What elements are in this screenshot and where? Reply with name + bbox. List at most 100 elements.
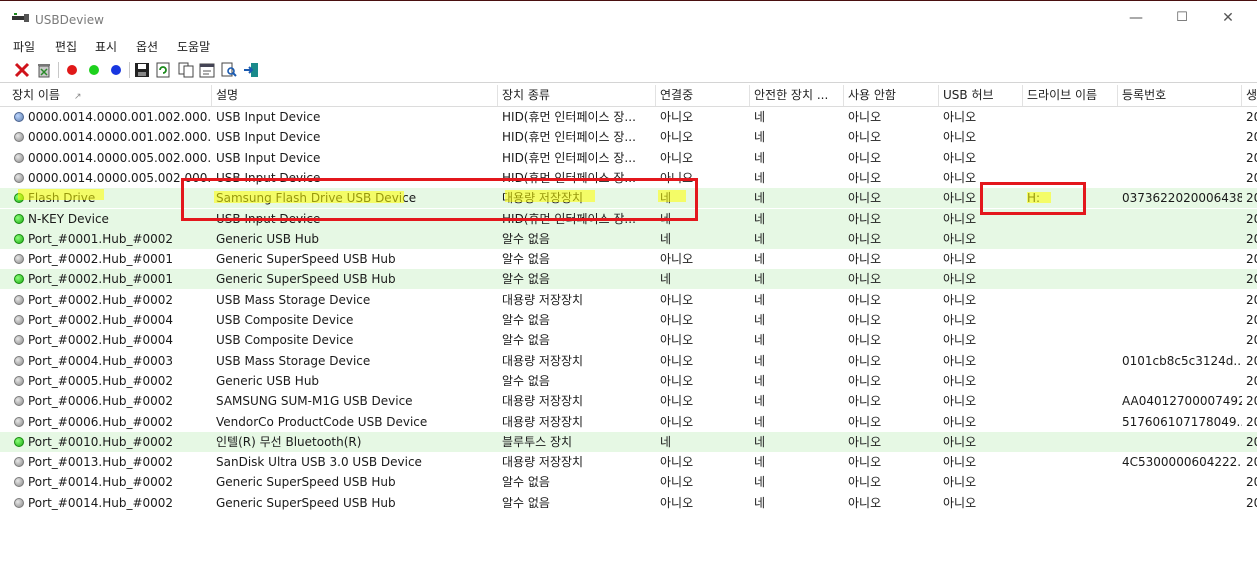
cell-drive <box>1023 391 1118 411</box>
green-dot-icon[interactable] <box>85 61 103 79</box>
column-header-drive-letter[interactable]: 드라이브 이름 <box>1023 85 1118 106</box>
cell-disabled: 아니오 <box>848 353 882 368</box>
column-header-description[interactable]: 설명 <box>212 85 498 106</box>
save-icon[interactable] <box>133 61 151 79</box>
table-row[interactable]: Port_#0002.Hub_#0004 USB Composite Device… <box>0 330 1257 350</box>
cell-desc: USB Mass Storage Device <box>216 292 371 307</box>
table-row[interactable]: Port_#0010.Hub_#0002 인텔(R) 무선 Bluetooth(R… <box>0 431 1257 452</box>
table-row[interactable]: Port_#0004.Hub_#0003 USB Mass Storage Dev… <box>0 351 1257 371</box>
table-row[interactable]: Port_#0014.Hub_#0002 Generic SuperSpeed U… <box>0 472 1257 492</box>
cell-disabled: 아니오 <box>848 495 882 510</box>
cell-safe: 네 <box>754 252 766 267</box>
cell-type: 대용량 저장장치 <box>502 414 584 429</box>
cell-desc: Generic SuperSpeed USB Hub <box>216 495 396 510</box>
cell-connected: 아니오 <box>660 353 694 368</box>
menu-file[interactable]: 파일 <box>13 38 35 55</box>
menu-help[interactable]: 도움말 <box>177 38 210 55</box>
cell-disabled: 아니오 <box>848 414 882 429</box>
cell-drive <box>1023 412 1118 432</box>
minimize-button[interactable]: — <box>1127 9 1145 27</box>
status-gray-dot-icon <box>14 294 24 305</box>
cell-connected: 네 <box>660 231 672 246</box>
cell-drive <box>1023 371 1118 391</box>
cell-cut: 20 <box>1246 292 1257 307</box>
cell-name: Port_#0014.Hub_#0002 <box>28 495 174 510</box>
cell-hub: 아니오 <box>943 272 977 287</box>
column-header-cut[interactable]: 생 <box>1242 85 1257 106</box>
table-row[interactable]: Port_#0001.Hub_#0002 Generic USB Hub 알수 없음… <box>0 228 1257 249</box>
cell-desc: VendorCo ProductCode USB Device <box>216 414 428 429</box>
cell-cut: 20 <box>1246 394 1257 409</box>
cell-disabled: 아니오 <box>848 211 882 226</box>
cell-drive <box>1023 432 1118 452</box>
copy-icon[interactable] <box>177 61 195 79</box>
column-header-serial-number[interactable]: 등록번호 <box>1118 85 1242 106</box>
cell-disabled: 아니오 <box>848 130 882 145</box>
status-gray-dot-icon <box>14 457 24 468</box>
table-row[interactable]: Port_#0002.Hub_#0001 Generic SuperSpeed U… <box>0 269 1257 290</box>
maximize-button[interactable]: ☐ <box>1173 9 1191 27</box>
cell-type: HID(휴먼 인터페이스 장... <box>502 150 636 165</box>
cell-drive <box>1023 107 1118 127</box>
table-row[interactable]: Port_#0014.Hub_#0002 Generic SuperSpeed U… <box>0 493 1257 513</box>
cell-desc: Generic USB Hub <box>216 231 320 246</box>
menu-view[interactable]: 표시 <box>95 38 117 55</box>
cell-serial <box>1118 148 1242 168</box>
cell-disabled: 아니오 <box>848 475 882 490</box>
cell-desc: USB Input Device <box>216 130 321 145</box>
cell-drive <box>1023 229 1118 249</box>
table-row[interactable]: 0000.0014.0000.001.002.000.0... USB Input… <box>0 127 1257 147</box>
column-header-device-name[interactable]: 장치 이름 ↗ <box>8 85 212 106</box>
cell-hub: 아니오 <box>943 495 977 510</box>
column-header-safe-to-unplug[interactable]: 안전한 장치 ... <box>750 85 844 106</box>
column-header-device-type[interactable]: 장치 종류 <box>498 85 656 106</box>
refresh-icon[interactable] <box>154 61 172 79</box>
table-row[interactable]: Port_#0006.Hub_#0002 VendorCo ProductCode… <box>0 412 1257 432</box>
status-green-dot-icon <box>14 436 24 447</box>
usb-plug-icon <box>12 13 29 22</box>
column-header-connected[interactable]: 연결중 <box>656 85 750 106</box>
disconnect-icon[interactable] <box>13 61 31 79</box>
cell-name: 0000.0014.0000.001.002.000.0... <box>28 110 210 124</box>
yellow-highlight-flash-drive <box>18 189 104 200</box>
status-gray-dot-icon <box>14 152 24 163</box>
status-gray-dot-icon <box>14 355 24 366</box>
column-header-disabled[interactable]: 사용 안함 <box>844 85 939 106</box>
sort-arrow-icon: ↗ <box>73 92 82 102</box>
table-row[interactable]: Port_#0013.Hub_#0002 SanDisk Ultra USB 3.… <box>0 452 1257 472</box>
red-dot-icon[interactable] <box>63 61 81 79</box>
menu-options[interactable]: 옵션 <box>136 38 158 55</box>
table-row[interactable]: 0000.0014.0000.001.002.000.0... USB Input… <box>0 107 1257 127</box>
cell-hub: 아니오 <box>943 394 977 409</box>
cell-cut: 20 <box>1246 272 1257 287</box>
cell-hub: 아니오 <box>943 231 977 246</box>
cell-connected: 아니오 <box>660 394 694 409</box>
cell-safe: 네 <box>754 414 766 429</box>
title-bar[interactable]: USBDeview — ☐ ✕ <box>0 1 1257 35</box>
table-row[interactable]: Port_#0002.Hub_#0004 USB Composite Device… <box>0 310 1257 330</box>
uninstall-icon[interactable] <box>35 61 53 79</box>
table-row[interactable]: Port_#0002.Hub_#0001 Generic SuperSpeed U… <box>0 249 1257 269</box>
table-row[interactable]: 0000.0014.0000.005.002.000.0... USB Input… <box>0 148 1257 168</box>
exit-icon[interactable] <box>242 61 260 79</box>
close-button[interactable]: ✕ <box>1219 9 1237 27</box>
cell-connected: 아니오 <box>660 373 694 388</box>
find-icon[interactable] <box>220 61 238 79</box>
cell-name: 0000.0014.0000.005.002.000.0... <box>28 150 210 165</box>
cell-drive <box>1023 493 1118 513</box>
blue-dot-icon[interactable] <box>107 61 125 79</box>
table-row[interactable]: Port_#0006.Hub_#0002 SAMSUNG SUM-M1G USB … <box>0 391 1257 411</box>
cell-cut: 20 <box>1246 313 1257 327</box>
cell-hub: 아니오 <box>943 475 977 490</box>
cell-disabled: 아니오 <box>848 191 882 206</box>
cell-hub: 아니오 <box>943 313 977 327</box>
cell-disabled: 아니오 <box>848 231 882 246</box>
cell-disabled: 아니오 <box>848 333 882 348</box>
column-header-usb-hub[interactable]: USB 허브 <box>939 85 1023 106</box>
properties-icon[interactable] <box>198 61 216 79</box>
cell-disabled: 아니오 <box>848 313 882 327</box>
status-gray-dot-icon <box>14 396 24 407</box>
table-row[interactable]: Port_#0002.Hub_#0002 USB Mass Storage Dev… <box>0 290 1257 310</box>
table-row[interactable]: Port_#0005.Hub_#0002 Generic USB Hub 알수 없음… <box>0 371 1257 391</box>
menu-edit[interactable]: 편집 <box>55 38 77 55</box>
